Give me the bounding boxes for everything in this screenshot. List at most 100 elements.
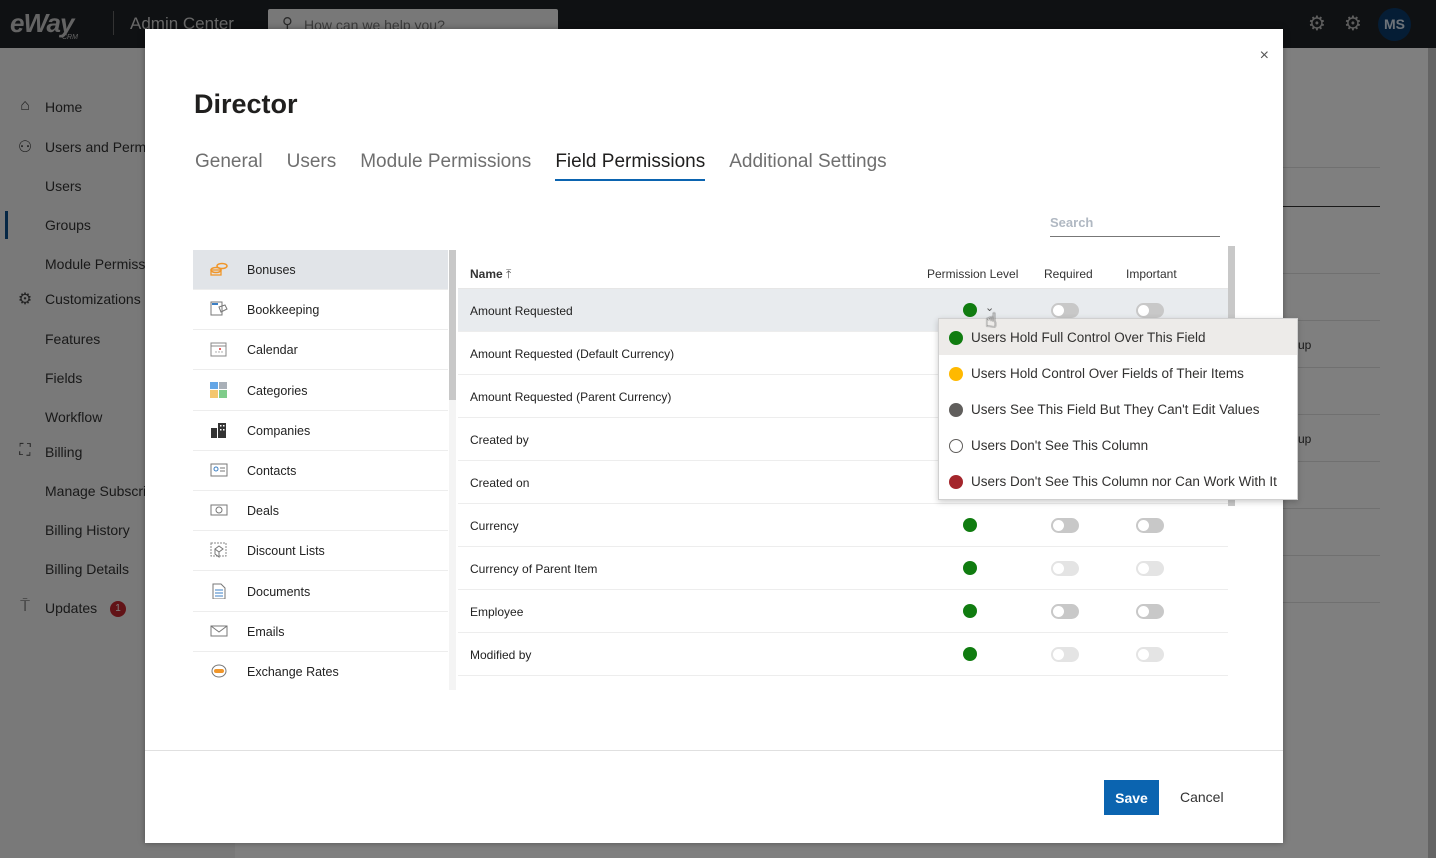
permission-option-hidden[interactable]: Users Don't See This Column [939, 427, 1297, 463]
field-name: Currency [470, 519, 519, 533]
permission-option-label: Users Hold Full Control Over This Field [971, 330, 1206, 345]
bookkeeping-icon [210, 301, 228, 317]
field-name: Amount Requested (Parent Currency) [470, 390, 672, 404]
module-list-scrollbar[interactable] [449, 250, 456, 400]
sort-ascending-icon: ⤒ [506, 267, 512, 281]
field-name: Currency of Parent Item [470, 562, 598, 576]
permission-read-dot-icon [949, 403, 963, 417]
field-name: Employee [470, 605, 524, 619]
permission-option-label: Users See This Field But They Can't Edit… [971, 402, 1260, 417]
field-search [1050, 209, 1220, 237]
important-toggle[interactable] [1136, 518, 1164, 533]
module-item-label: Discount Lists [247, 544, 325, 559]
permission-own-dot-icon [949, 367, 963, 381]
companies-icon [210, 422, 228, 438]
tab-bar: General Users Module Permissions Field Perm… [195, 151, 911, 181]
permission-level-indicator[interactable] [963, 561, 977, 575]
module-item-documents[interactable]: Documents [193, 572, 448, 612]
table-header: Name ⤒ Permission Level Required Importa… [458, 250, 1228, 289]
column-header-name[interactable]: Name ⤒ [470, 267, 511, 282]
module-item-label: Exchange Rates [247, 665, 339, 679]
tab-field-permissions[interactable]: Field Permissions [555, 151, 706, 181]
permission-option-label: Users Don't See This Column nor Can Work… [971, 474, 1277, 489]
column-header-important: Important [1126, 267, 1177, 281]
contacts-icon [210, 462, 228, 478]
module-item-label: Contacts [247, 464, 297, 478]
divider [145, 750, 1283, 751]
module-item-contacts[interactable]: Contacts [193, 451, 448, 491]
required-toggle [1051, 647, 1079, 662]
required-toggle[interactable] [1051, 518, 1079, 533]
module-item-label: Deals [247, 504, 279, 519]
table-row: Currency [458, 504, 1228, 547]
module-item-bonuses[interactable]: Bonuses [193, 250, 448, 290]
permission-level-indicator[interactable] [963, 518, 977, 532]
important-toggle[interactable] [1136, 303, 1164, 318]
permission-option-none[interactable]: Users Don't See This Column nor Can Work… [939, 463, 1297, 499]
column-header-name-label: Name [470, 267, 503, 281]
field-name: Created by [470, 433, 529, 447]
important-toggle [1136, 561, 1164, 576]
field-name: Modified by [470, 648, 532, 662]
module-item-label: Documents [247, 584, 311, 599]
table-row: Modified by [458, 633, 1228, 676]
field-name: Amount Requested (Default Currency) [470, 347, 675, 361]
module-item-exchange-rates[interactable]: Exchange Rates [193, 652, 448, 690]
field-name: Created on [470, 476, 530, 490]
emails-icon [210, 623, 228, 639]
permission-option-read[interactable]: Users See This Field But They Can't Edit… [939, 391, 1297, 427]
module-item-categories[interactable]: Categories [193, 371, 448, 411]
module-item-discount-lists[interactable]: Discount Lists [193, 531, 448, 572]
permission-option-label: Users Don't See This Column [971, 438, 1149, 453]
column-header-required: Required [1044, 267, 1093, 281]
permission-option-own[interactable]: Users Hold Control Over Fields of Their … [939, 355, 1297, 391]
cancel-button[interactable]: Cancel [1180, 789, 1224, 805]
documents-icon [210, 583, 228, 600]
table-row: Currency of Parent Item [458, 547, 1228, 590]
module-list: Bonuses Bookkeeping Calendar Categories Comp… [193, 250, 449, 690]
module-item-companies[interactable]: Companies [193, 411, 448, 451]
important-toggle[interactable] [1136, 604, 1164, 619]
permission-hidden-dot-icon [949, 439, 963, 453]
required-toggle[interactable] [1051, 303, 1079, 318]
tab-module-permissions[interactable]: Module Permissions [360, 151, 531, 181]
field-name: Amount Requested [470, 304, 573, 318]
permission-full-dot-icon [949, 331, 963, 345]
permission-level-indicator[interactable] [963, 647, 977, 661]
permission-option-label: Users Hold Control Over Fields of Their … [971, 366, 1244, 381]
table-row: Employee [458, 590, 1228, 633]
module-item-deals[interactable]: Deals [193, 491, 448, 532]
required-toggle [1051, 561, 1079, 576]
discount-lists-icon [210, 542, 228, 559]
permission-level-dropdown: Users Hold Full Control Over This Field U… [938, 318, 1298, 500]
bonuses-icon [210, 261, 228, 277]
tab-users[interactable]: Users [287, 151, 337, 181]
dialog-title: Director [194, 89, 298, 119]
module-item-emails[interactable]: Emails [193, 612, 448, 652]
module-item-label: Bonuses [247, 263, 296, 277]
table-row [458, 676, 1228, 690]
hand-cursor-icon: ☝ [985, 310, 998, 332]
permission-level-indicator[interactable] [963, 303, 977, 317]
exchange-rates-icon [210, 663, 228, 679]
deals-icon [210, 502, 228, 518]
module-item-label: Emails [247, 624, 285, 639]
permission-level-indicator[interactable] [963, 604, 977, 618]
required-toggle[interactable] [1051, 604, 1079, 619]
module-item-label: Categories [247, 383, 308, 398]
field-search-input[interactable] [1050, 209, 1220, 235]
column-header-permission-level: Permission Level [927, 267, 1019, 281]
categories-icon [210, 381, 228, 398]
module-item-bookkeeping[interactable]: Bookkeeping [193, 290, 448, 331]
module-item-calendar[interactable]: Calendar [193, 330, 448, 371]
tab-general[interactable]: General [195, 151, 263, 181]
module-item-label: Bookkeeping [247, 303, 320, 318]
calendar-icon [210, 341, 228, 357]
save-button[interactable]: Save [1104, 780, 1159, 815]
permission-none-dot-icon [949, 475, 963, 489]
close-icon[interactable]: × [1260, 47, 1269, 65]
important-toggle [1136, 647, 1164, 662]
module-item-label: Calendar [247, 343, 298, 358]
tab-additional-settings[interactable]: Additional Settings [729, 151, 886, 181]
module-item-label: Companies [247, 423, 311, 438]
